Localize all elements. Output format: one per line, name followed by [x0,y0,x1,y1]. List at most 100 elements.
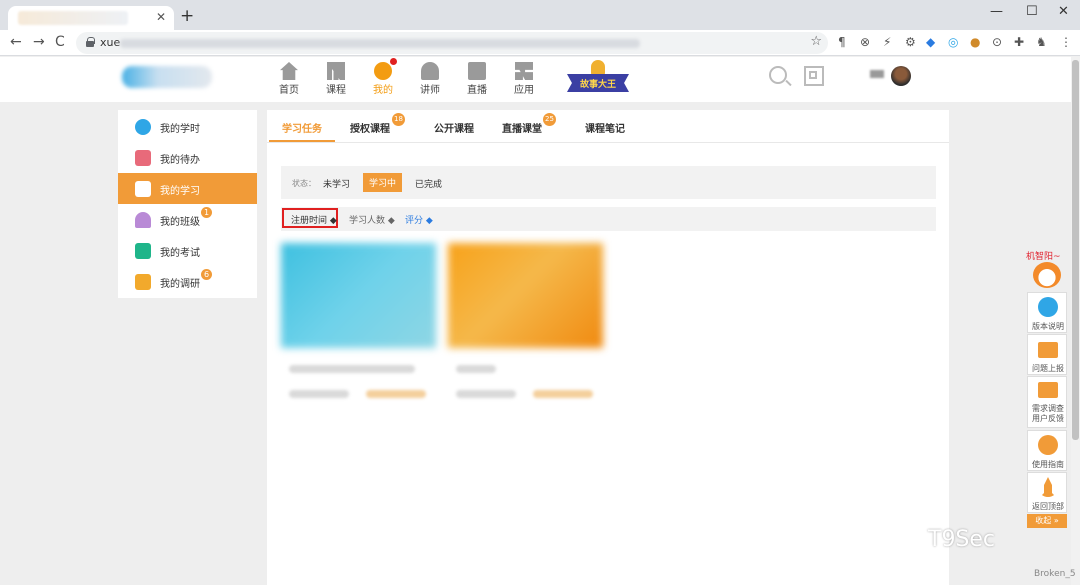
bookmark-star-icon[interactable]: ☆ [810,34,822,49]
forward-button[interactable]: → [33,34,45,50]
url-blurred [120,39,640,48]
live-count-badge: 25 [543,113,556,126]
home-icon [280,62,298,80]
url-text: xue [100,36,121,49]
gear-ext-icon[interactable]: ⚙ [905,35,916,49]
course-title-blurred [456,365,496,373]
sort-bar: 注册时间 ◆ 学习人数 ◆ 评分 ◆ [281,207,936,231]
reload-button[interactable]: C [55,34,65,50]
nav-apps[interactable]: 应用 [504,62,544,96]
cookie-ext-icon[interactable]: ● [970,35,980,49]
extensions-puzzle-icon[interactable]: ✚ [1014,35,1024,49]
float-item-label: 使用指南 [1032,460,1064,469]
sort-register-time[interactable]: 注册时间 ◆ [291,213,337,226]
tab-public-courses[interactable]: 公开课程 [434,120,474,135]
books-icon [327,62,345,80]
qr-code-icon[interactable] [804,66,824,86]
collapse-button[interactable]: 收起 » [1027,514,1067,528]
user-name-blurred [870,70,884,78]
nav-lecturer[interactable]: 讲师 [410,62,450,96]
lecturer-icon [421,62,439,80]
nav-courses[interactable]: 课程 [316,62,356,96]
new-tab-button[interactable]: + [180,6,194,26]
course-meta-blurred [533,390,593,398]
course-card-image[interactable] [281,243,436,348]
address-bar[interactable]: xue ☆ [76,32,828,54]
ext-icon-6[interactable]: ◎ [948,35,958,49]
info-icon [1038,297,1058,317]
mascot-caption: 机智阳~ [1026,252,1061,262]
tab-title-blurred [18,11,128,25]
close-tab-icon[interactable]: ✕ [156,10,166,24]
live-icon [468,62,486,80]
nav-mine[interactable]: 我的 [363,62,403,96]
sidebar-item-hours[interactable]: 我的学时 [118,111,257,142]
course-card-image[interactable] [448,243,603,348]
close-window-button[interactable]: ✕ [1058,4,1069,19]
envelope-icon [1038,342,1058,358]
nav-label: 直播 [467,85,487,96]
ext-icon-5[interactable]: ◆ [926,35,935,49]
nav-home[interactable]: 首页 [269,62,309,96]
exam-icon [135,243,151,259]
browser-tab[interactable]: ✕ [8,6,174,30]
ext-icon-10[interactable]: ♞ [1036,35,1047,49]
sidebar: 我的学时 我的待办 我的学习 我的班级 我的考试 我的调研 [118,110,257,298]
sidebar-item-todo[interactable]: 我的待办 [118,142,257,173]
feedback-button[interactable]: 需求调查 用户反馈 [1027,376,1067,428]
tab-study-tasks[interactable]: 学习任务 [282,120,322,135]
lock-icon [86,37,95,47]
ext-icon-8[interactable]: ⊙ [992,35,1002,49]
site-logo[interactable] [122,66,212,88]
filter-not-started[interactable]: 未学习 [323,177,350,190]
scrollbar-thumb[interactable] [1072,60,1079,440]
version-notes-button[interactable]: 版本说明 [1027,292,1067,333]
watermark: T9Sec [928,527,996,552]
sidebar-item-label: 我的班级 [160,217,200,228]
todo-list-icon [135,150,151,166]
books-icon [135,181,151,197]
filter-completed[interactable]: 已完成 [415,177,442,190]
nav-label: 课程 [326,85,346,96]
status-label: 状态： [292,179,316,188]
tab-authorized-courses[interactable]: 授权课程 [350,120,390,135]
nav-label: 我的 [373,85,393,96]
report-issue-button[interactable]: 问题上报 [1027,334,1067,375]
course-meta-blurred [456,390,516,398]
sidebar-item-exam[interactable]: 我的考试 [118,235,257,266]
mascot-icon[interactable] [1033,262,1061,288]
paragraph-ext-icon[interactable]: ¶ [838,35,846,49]
tab-course-notes[interactable]: 课程笔记 [585,120,625,135]
authorized-count-badge: 18 [392,113,405,126]
back-button[interactable]: ← [10,34,22,50]
float-item-label: 返回顶部 [1032,502,1064,511]
sidebar-item-label: 我的待办 [160,155,200,166]
envelope-icon [1038,382,1058,398]
avatar[interactable] [891,66,911,86]
sidebar-item-survey[interactable]: 我的调研 [118,266,257,297]
float-item-label: 问题上报 [1032,364,1064,373]
maximize-button[interactable]: ☐ [1026,4,1038,19]
ext-icon-2[interactable]: ⊗ [860,35,870,49]
sort-rating[interactable]: 评分 ◆ [405,213,433,226]
clipboard-check-icon [135,274,151,290]
ext-icon-3[interactable]: ⚡ [883,35,891,49]
tab-live-classroom[interactable]: 直播课堂 [502,120,542,135]
filter-in-progress[interactable]: 学习中 [363,173,403,192]
banner-text: 故事大王 [579,80,616,90]
corner-text: Broken_5 [1034,569,1076,579]
group-icon [135,212,151,228]
story-king-banner[interactable]: 故事大王 [567,60,629,96]
sidebar-item-class[interactable]: 我的班级 [118,204,257,235]
active-tab-underline [269,140,335,142]
search-icon[interactable] [769,66,787,84]
nav-live[interactable]: 直播 [457,62,497,96]
status-filter: 状态： 未学习 学习中 已完成 [281,166,936,199]
menu-dots-icon[interactable]: ⋮ [1060,35,1072,49]
user-guide-button[interactable]: 使用指南 [1027,430,1067,471]
back-to-top-button[interactable]: 返回顶部 [1027,472,1067,513]
minimize-button[interactable]: — [990,4,1003,19]
course-meta-blurred [366,390,426,398]
sort-learner-count[interactable]: 学习人数 ◆ [349,213,395,226]
sidebar-item-study[interactable]: 我的学习 [118,173,257,204]
